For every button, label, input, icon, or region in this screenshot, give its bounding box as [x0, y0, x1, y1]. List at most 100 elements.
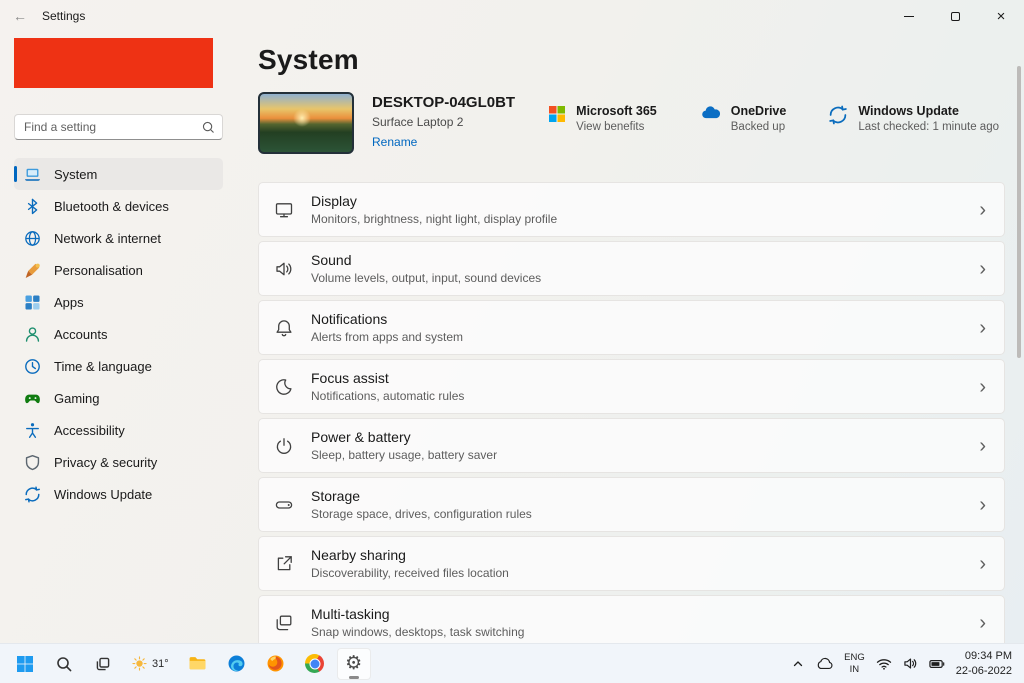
start-button[interactable] — [8, 648, 42, 680]
sidebar-item-label: Accessibility — [54, 423, 125, 438]
volume-icon[interactable] — [903, 657, 918, 670]
card-title: Nearby sharing — [311, 547, 509, 563]
card-title: Storage — [311, 488, 532, 504]
tile-onedrive[interactable]: OneDrive Backed up — [699, 104, 787, 154]
display-icon — [274, 200, 294, 220]
wifi-icon[interactable] — [876, 658, 892, 670]
sidebar-item-label: Apps — [54, 295, 84, 310]
card-text: Sound Volume levels, output, input, soun… — [311, 252, 541, 285]
card-title: Notifications — [311, 311, 463, 327]
search-input[interactable] — [24, 120, 202, 134]
settings-card-sound[interactable]: Sound Volume levels, output, input, soun… — [258, 241, 1005, 296]
tray-time: 09:34 PM — [965, 650, 1012, 662]
close-icon: × — [997, 9, 1006, 24]
sidebar-item-accessibility[interactable]: Accessibility — [14, 414, 223, 446]
sidebar-item-apps[interactable]: Apps — [14, 286, 223, 318]
settings-card-power-battery[interactable]: Power & battery Sleep, battery usage, ba… — [258, 418, 1005, 473]
card-title: Power & battery — [311, 429, 497, 445]
system-icon — [24, 166, 41, 183]
tray-date: 22-06-2022 — [956, 665, 1012, 677]
settings-card-display[interactable]: Display Monitors, brightness, night ligh… — [258, 182, 1005, 237]
sidebar-item-gaming[interactable]: Gaming — [14, 382, 223, 414]
card-text: Power & battery Sleep, battery usage, ba… — [311, 429, 497, 462]
chevron-right-icon: › — [979, 318, 986, 338]
sidebar-item-label: Accounts — [54, 327, 107, 342]
edge-button[interactable] — [220, 648, 254, 680]
window-title: Settings — [42, 9, 85, 23]
accounts-person-icon — [24, 326, 41, 343]
device-name: DESKTOP-04GL0BT — [372, 94, 515, 111]
sidebar-item-windows-update[interactable]: Windows Update — [14, 478, 223, 510]
card-subtitle: Notifications, automatic rules — [311, 389, 464, 403]
settings-card-storage[interactable]: Storage Storage space, drives, configura… — [258, 477, 1005, 532]
onedrive-tray-icon[interactable] — [815, 657, 833, 670]
card-subtitle: Volume levels, output, input, sound devi… — [311, 271, 541, 285]
share-icon — [274, 554, 294, 574]
focus-moon-icon — [274, 377, 294, 397]
tile-title: Microsoft 365 — [576, 104, 657, 118]
language-indicator[interactable]: ENGIN — [844, 652, 865, 675]
storage-drive-icon — [274, 495, 294, 515]
sidebar-item-system[interactable]: System — [14, 158, 223, 190]
main-content: System DESKTOP-04GL0BT Surface Laptop 2 … — [237, 32, 1024, 643]
user-account-redacted[interactable] — [14, 38, 213, 88]
rename-link[interactable]: Rename — [372, 135, 417, 149]
settings-card-notifications[interactable]: Notifications Alerts from apps and syste… — [258, 300, 1005, 355]
chevron-right-icon: › — [979, 436, 986, 456]
settings-app-button[interactable]: ⚙ — [337, 648, 371, 680]
settings-card-multi-tasking[interactable]: Multi-tasking Snap windows, desktops, ta… — [258, 595, 1005, 643]
sidebar-item-label: Gaming — [54, 391, 100, 406]
tile-title: OneDrive — [731, 104, 787, 118]
minimize-icon — [904, 16, 914, 17]
tile-text: Microsoft 365 View benefits — [576, 104, 657, 154]
taskbar-search-button[interactable] — [47, 648, 81, 680]
widgets-weather-button[interactable]: 31° — [125, 648, 176, 680]
sidebar-item-bluetooth-devices[interactable]: Bluetooth & devices — [14, 190, 223, 222]
power-icon — [274, 436, 294, 456]
settings-window: ← Settings × System Bluetooth & devices — [0, 0, 1024, 683]
close-button[interactable]: × — [978, 0, 1024, 32]
task-view-button[interactable] — [86, 648, 120, 680]
sidebar-item-label: Windows Update — [54, 487, 152, 502]
sidebar-item-personalisation[interactable]: Personalisation — [14, 254, 223, 286]
tile-subtitle: View benefits — [576, 121, 657, 133]
language-line1: ENG — [844, 652, 865, 663]
firefox-button[interactable] — [259, 648, 293, 680]
sidebar-item-privacy-security[interactable]: Privacy & security — [14, 446, 223, 478]
onedrive-cloud-icon — [699, 105, 721, 154]
card-text: Nearby sharing Discoverability, received… — [311, 547, 509, 580]
card-title: Multi-tasking — [311, 606, 524, 622]
status-tiles: Microsoft 365 View benefits OneDrive Bac… — [548, 92, 1005, 154]
update-arrows-icon — [24, 486, 41, 503]
chevron-right-icon: › — [979, 554, 986, 574]
settings-card-focus-assist[interactable]: Focus assist Notifications, automatic ru… — [258, 359, 1005, 414]
sidebar-item-time-language[interactable]: Time & language — [14, 350, 223, 382]
card-text: Focus assist Notifications, automatic ru… — [311, 370, 464, 403]
clock-icon — [24, 358, 41, 375]
device-model: Surface Laptop 2 — [372, 115, 515, 129]
minimize-button[interactable] — [886, 0, 932, 32]
card-subtitle: Snap windows, desktops, task switching — [311, 625, 524, 639]
bell-icon — [274, 318, 294, 338]
page-title: System — [258, 44, 1005, 76]
tray-chevron-up-icon[interactable] — [792, 658, 804, 670]
sidebar-item-label: Bluetooth & devices — [54, 199, 169, 214]
settings-card-nearby-sharing[interactable]: Nearby sharing Discoverability, received… — [258, 536, 1005, 591]
system-tray: ENGIN 09:34 PM 22-06-2022 — [792, 649, 1016, 678]
clock-tray[interactable]: 09:34 PM 22-06-2022 — [956, 649, 1012, 678]
device-meta: DESKTOP-04GL0BT Surface Laptop 2 Rename — [372, 92, 515, 154]
chrome-button[interactable] — [298, 648, 332, 680]
tile-windows-update[interactable]: Windows Update Last checked: 1 minute ag… — [828, 104, 999, 154]
maximize-restore-button[interactable] — [932, 0, 978, 32]
tile-microsoft-365[interactable]: Microsoft 365 View benefits — [548, 104, 657, 154]
file-explorer-button[interactable] — [181, 648, 215, 680]
battery-icon[interactable] — [929, 659, 945, 669]
scrollbar-thumb[interactable] — [1017, 66, 1021, 358]
sidebar-item-accounts[interactable]: Accounts — [14, 318, 223, 350]
chevron-right-icon: › — [979, 200, 986, 220]
search-icon — [55, 655, 73, 673]
card-title: Display — [311, 193, 557, 209]
tile-text: Windows Update Last checked: 1 minute ag… — [858, 104, 999, 154]
sidebar-item-network-internet[interactable]: Network & internet — [14, 222, 223, 254]
back-icon[interactable]: ← — [0, 0, 40, 32]
